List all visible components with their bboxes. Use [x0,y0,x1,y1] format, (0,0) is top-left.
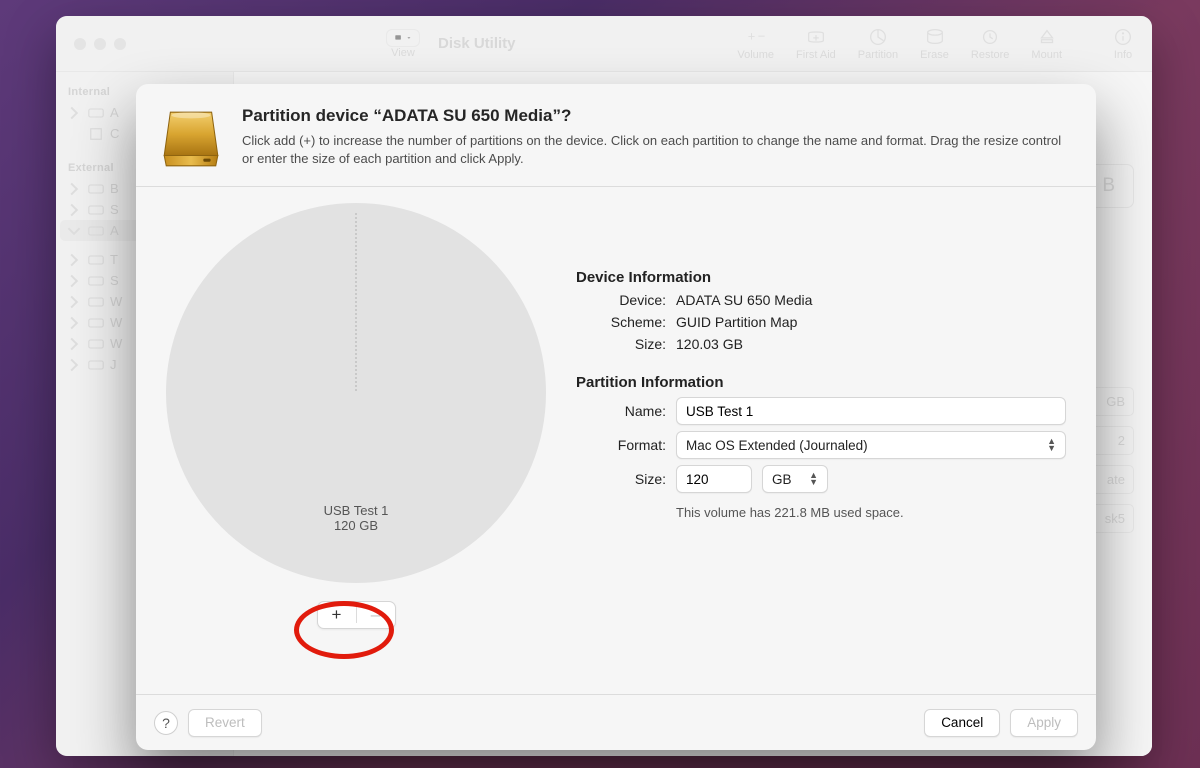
name-label: Name: [576,403,666,419]
updown-icon: ▲▼ [803,472,818,486]
pie-slice-label: USB Test 1 120 GB [324,503,389,533]
updown-icon: ▲▼ [1041,438,1056,452]
remove-partition-button: – [357,602,395,628]
add-partition-button[interactable]: + [318,602,356,628]
partition-sheet: Partition device “ADATA SU 650 Media”? C… [136,84,1096,750]
device-label: Device: [576,292,666,308]
device-info-heading: Device Information [576,269,1066,286]
pie-zone: USB Test 1 120 GB + – [136,187,576,694]
scheme-label: Scheme: [576,314,666,330]
revert-button: Revert [188,709,262,737]
psize-label: Size: [576,471,666,487]
sheet-header: Partition device “ADATA SU 650 Media”? C… [136,84,1096,186]
cancel-button[interactable]: Cancel [924,709,1000,737]
sheet-subtitle: Click add (+) to increase the number of … [242,132,1068,167]
used-space-hint: This volume has 221.8 MB used space. [676,505,1066,520]
partition-name-input[interactable] [676,397,1066,425]
partition-info-heading: Partition Information [576,374,1066,391]
device-value: ADATA SU 650 Media [676,292,1066,308]
help-button[interactable]: ? [154,711,178,735]
partition-size-input[interactable] [676,465,752,493]
partition-pie[interactable]: USB Test 1 120 GB [166,203,546,583]
format-select[interactable]: Mac OS Extended (Journaled) ▲▼ [676,431,1066,459]
size-value: 120.03 GB [676,336,1066,352]
form-zone: Device Information Device: ADATA SU 650 … [576,187,1096,694]
external-drive-icon [158,106,224,172]
partition-add-remove: + – [317,601,396,629]
scheme-value: GUID Partition Map [676,314,1066,330]
apply-button: Apply [1010,709,1078,737]
sheet-title: Partition device “ADATA SU 650 Media”? [242,106,1068,126]
sheet-footer: ? Revert Cancel Apply [136,694,1096,750]
format-label: Format: [576,437,666,453]
size-label: Size: [576,336,666,352]
size-unit-select[interactable]: GB ▲▼ [762,465,828,493]
